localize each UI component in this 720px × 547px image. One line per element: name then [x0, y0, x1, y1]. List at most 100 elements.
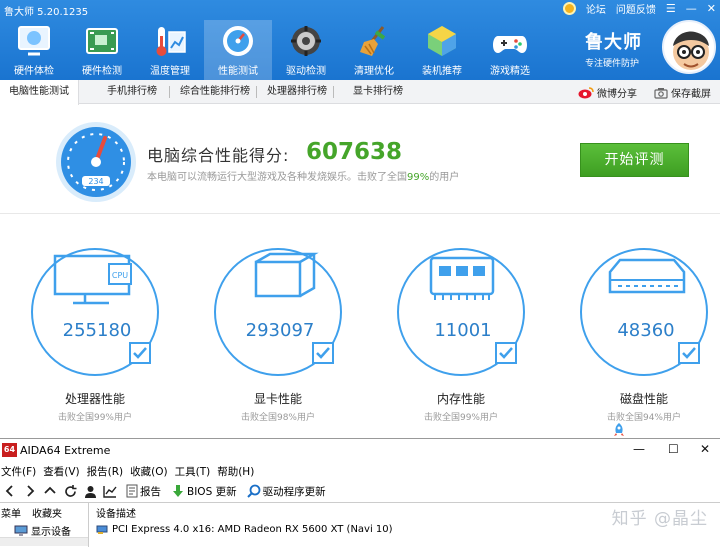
- aida-close-button[interactable]: ✕: [700, 442, 710, 456]
- cpu-subtitle: 击败全国99%用户: [57, 413, 132, 423]
- tool-recommend[interactable]: 装机推荐: [408, 20, 476, 80]
- tool-cleanup[interactable]: 清理优化: [340, 20, 408, 80]
- tab-gpu-ranking[interactable]: 显卡排行榜: [344, 80, 412, 104]
- bios-update-label: BIOS 更新: [187, 485, 237, 498]
- close-button[interactable]: ✕: [707, 2, 716, 15]
- up-icon[interactable]: [40, 481, 60, 501]
- tool-hardware-detect[interactable]: 硬件检测: [68, 20, 136, 80]
- bios-update-button[interactable]: BIOS 更新: [171, 484, 237, 499]
- feedback-link[interactable]: 问题反馈: [616, 1, 656, 16]
- tab-phone-ranking[interactable]: 手机排行榜: [98, 80, 166, 104]
- menu-view[interactable]: 查看(V): [42, 462, 85, 480]
- driver-gear-icon: [287, 23, 325, 59]
- checkmark-icon: [495, 342, 517, 364]
- tab-separator: [333, 86, 334, 98]
- tab-separator: [169, 86, 170, 98]
- brand-name: 鲁大师: [585, 32, 642, 53]
- aida64-window: 64 AIDA64 Extreme — ☐ ✕ 文件(F) 查看(V) 报告(R…: [0, 438, 720, 547]
- tree-item-display[interactable]: 显示设备: [14, 523, 71, 538]
- device-row[interactable]: PCI Express 4.0 x16: AMD Radeon RX 5600 …: [96, 523, 393, 535]
- gamepad-icon: [491, 23, 529, 59]
- save-screenshot-button[interactable]: 保存截屏: [654, 85, 711, 100]
- gpu-title: 显卡性能: [253, 392, 302, 406]
- tool-label: 驱动检测: [286, 66, 326, 77]
- download-arrow-icon: [173, 485, 183, 497]
- circuit-board-icon: [83, 23, 121, 59]
- tab-pc-performance[interactable]: 电脑性能测试: [0, 80, 79, 105]
- thermometer-icon: [151, 23, 189, 59]
- rocket-icon[interactable]: [612, 423, 626, 438]
- monitor-icon: [14, 525, 28, 536]
- graphics-cube-icon: [254, 252, 319, 298]
- memory-circle: 11001: [397, 248, 525, 376]
- user-icon[interactable]: [80, 481, 100, 501]
- pane-tab-favorites[interactable]: 收藏夹: [32, 505, 62, 520]
- tool-temperature[interactable]: 温度管理: [136, 20, 204, 80]
- speedometer-icon: [219, 23, 257, 59]
- graphics-card-icon: [96, 525, 108, 534]
- hardware-check-icon: [15, 23, 53, 59]
- cpu-title: 处理器性能: [64, 392, 125, 406]
- disk-subtitle: 击败全国94%用户: [606, 413, 681, 423]
- score-desc-percent: 99%: [407, 172, 430, 183]
- tool-games[interactable]: 游戏精选: [476, 20, 544, 80]
- back-icon[interactable]: [0, 481, 20, 501]
- brand: 鲁大师 专注硬件防护: [585, 28, 642, 69]
- score-desc-prefix: 本电脑可以流畅运行大型游戏及各种发烧娱乐。击败了全国: [147, 172, 407, 183]
- report-label: 报告: [140, 485, 161, 498]
- score-gauge-icon: 234: [55, 121, 137, 203]
- menu-tools[interactable]: 工具(T): [174, 462, 217, 480]
- broom-icon: [355, 23, 393, 59]
- title-bar-right: 论坛 问题反馈 ☰ — ✕: [562, 1, 716, 16]
- gauge-reading: 234: [88, 177, 103, 186]
- aida-title-bar: 64 AIDA64 Extreme — ☐ ✕: [0, 439, 720, 462]
- report-icon: [126, 484, 138, 498]
- driver-update-label: 驱动程序更新: [262, 485, 326, 498]
- tool-performance[interactable]: 性能测试: [204, 20, 272, 80]
- menu-icon[interactable]: ☰: [666, 2, 676, 15]
- tab-cpu-ranking[interactable]: 处理器排行榜: [258, 80, 336, 104]
- forum-link[interactable]: 论坛: [586, 1, 606, 16]
- tab-overall-ranking[interactable]: 综合性能排行榜: [171, 80, 259, 104]
- aida-toolbar: 报告 BIOS 更新 驱动程序更新: [0, 480, 720, 502]
- checkmark-icon: [678, 342, 700, 364]
- aida-logo-icon: 64: [2, 443, 17, 457]
- weibo-share-button[interactable]: 微博分享: [578, 85, 637, 100]
- ludashi-window: 鲁大师 5.20.1235 论坛 问题反馈 ☰ — ✕ 硬件体检 硬件检测 温度…: [0, 0, 720, 438]
- refresh-icon[interactable]: [60, 481, 80, 501]
- tool-hardware-check[interactable]: 硬件体检: [0, 20, 68, 80]
- cube-icon: [423, 23, 461, 59]
- memory-score: 11001: [434, 320, 492, 341]
- start-benchmark-button[interactable]: 开始评测: [580, 143, 689, 177]
- aida-minimize-button[interactable]: —: [633, 442, 645, 456]
- chart-icon[interactable]: [100, 481, 120, 501]
- menu-help[interactable]: 帮助(H): [216, 462, 260, 480]
- score-desc-suffix: 的用户: [429, 172, 460, 183]
- tree-item-label: 显示设备: [31, 527, 71, 538]
- menu-file[interactable]: 文件(F): [0, 462, 42, 480]
- report-button[interactable]: 报告: [126, 484, 161, 499]
- tool-driver[interactable]: 驱动检测: [272, 20, 340, 80]
- driver-update-button[interactable]: 驱动程序更新: [246, 484, 326, 499]
- forward-icon[interactable]: [20, 481, 40, 501]
- gpu-score: 293097: [245, 320, 315, 341]
- coin-icon[interactable]: [562, 2, 576, 15]
- disk-score: 48360: [617, 320, 675, 341]
- hard-disk-icon: [608, 258, 686, 294]
- column-header-device[interactable]: 设备描述: [96, 505, 136, 520]
- score-description: 本电脑可以流畅运行大型游戏及各种发烧娱乐。击败了全国99%的用户: [147, 168, 459, 183]
- app-title: 鲁大师 5.20.1235: [4, 7, 89, 18]
- menu-favorites[interactable]: 收藏(O): [129, 462, 173, 480]
- navigation-pane: 菜单 收藏夹 显示设备: [0, 503, 89, 547]
- aida-maximize-button[interactable]: ☐: [668, 442, 679, 456]
- device-row-label: PCI Express 4.0 x16: AMD Radeon RX 5600 …: [112, 523, 393, 535]
- tool-label: 性能测试: [218, 66, 258, 77]
- camera-icon: [654, 87, 668, 99]
- memory-title: 内存性能: [436, 392, 485, 406]
- main-toolbar: 硬件体检 硬件检测 温度管理 性能测试 驱动检测 清理优化 装机推荐 游戏精选: [0, 20, 544, 80]
- pane-tab-menu[interactable]: 菜单: [1, 505, 21, 520]
- menu-report[interactable]: 报告(R): [86, 462, 130, 480]
- tab-separator: [256, 86, 257, 98]
- mascot-avatar[interactable]: [662, 20, 716, 74]
- minimize-button[interactable]: —: [686, 2, 697, 15]
